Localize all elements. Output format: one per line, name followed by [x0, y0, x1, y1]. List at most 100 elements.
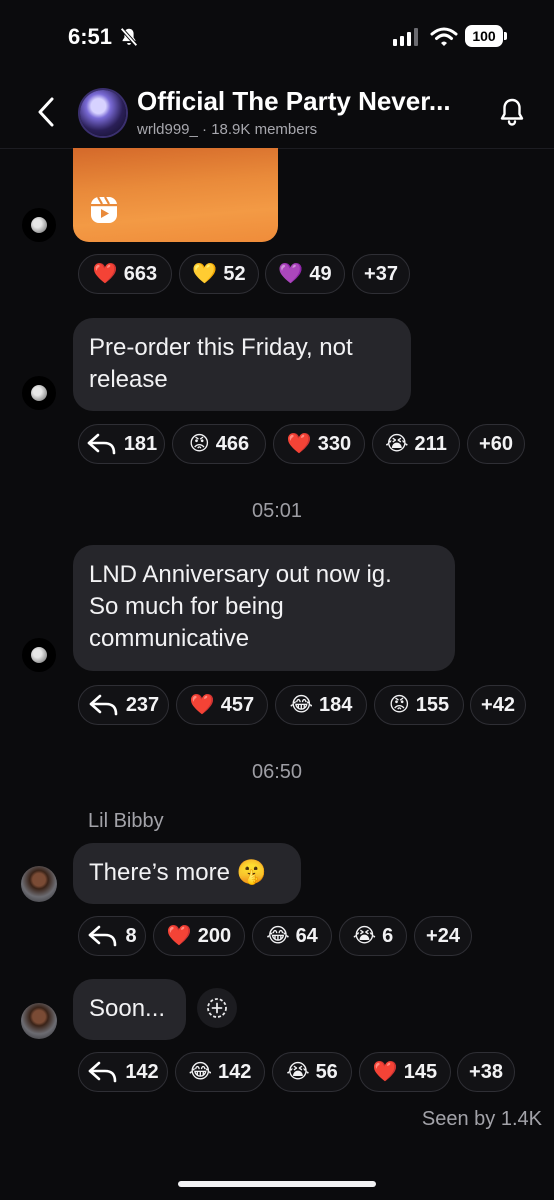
message-text-line: release	[89, 366, 168, 393]
reaction-count: 145	[403, 1060, 438, 1083]
crying-emoji: 😭	[286, 1061, 310, 1083]
group-subtitle: wrld999_ · 18.9K members	[137, 121, 318, 138]
reply-icon	[89, 694, 118, 716]
message-text: There’s more 🤫	[89, 859, 267, 886]
reaction-count: +24	[426, 924, 460, 947]
sender-avatar[interactable]	[21, 1003, 57, 1039]
reaction-count: +38	[469, 1060, 503, 1083]
cellular-signal-icon	[393, 28, 418, 46]
reaction-chip[interactable]: ❤️ 663	[78, 254, 172, 294]
reaction-count: +42	[481, 693, 515, 716]
reaction-chip[interactable]: ❤️ 145	[359, 1052, 451, 1092]
reply-count: 8	[125, 924, 137, 947]
sender-avatar[interactable]	[21, 866, 57, 902]
reply-chip[interactable]: 8	[78, 916, 146, 956]
reaction-count: 457	[220, 693, 255, 716]
reaction-count: 64	[295, 924, 318, 947]
reaction-chip[interactable]: 😭 6	[339, 916, 407, 956]
message-text-line: communicative	[89, 625, 250, 652]
sender-avatar[interactable]	[22, 376, 56, 410]
seen-by-label[interactable]: Seen by 1.4K	[0, 1108, 542, 1131]
laughing-emoji: 😂	[188, 1061, 212, 1083]
reply-icon	[89, 925, 117, 947]
wifi-icon	[430, 27, 458, 46]
reply-count: 237	[125, 693, 160, 716]
reaction-count: 330	[317, 432, 352, 455]
reply-icon	[89, 1061, 117, 1083]
battery-tip	[504, 32, 507, 40]
timestamp-separator: 06:50	[251, 761, 303, 783]
add-reaction-icon	[207, 998, 227, 1018]
message-text-line: LND Anniversary out now ig.	[89, 561, 392, 588]
message-bubble[interactable]: Pre-order this Friday, not release	[73, 318, 411, 411]
reaction-chip[interactable]: 😂 64	[252, 916, 332, 956]
home-indicator[interactable]	[178, 1181, 376, 1187]
reaction-count: +37	[364, 262, 398, 285]
crying-emoji: 😭	[385, 433, 409, 455]
reaction-count: 49	[309, 262, 332, 285]
message-bubble[interactable]: LND Anniversary out now ig. So much for …	[73, 545, 455, 671]
reply-chip[interactable]: 181	[78, 424, 165, 464]
more-reactions-chip[interactable]: +24	[414, 916, 472, 956]
yellow-heart-emoji: 💛	[192, 263, 218, 285]
reaction-chip[interactable]: 😡 155	[374, 685, 464, 725]
reaction-count: 200	[197, 924, 232, 947]
message-text: Soon...	[89, 995, 166, 1022]
bell-icon[interactable]	[498, 96, 526, 128]
reaction-count: 6	[382, 924, 394, 947]
reaction-count: 184	[319, 693, 353, 716]
reels-icon	[91, 196, 117, 223]
reaction-chip[interactable]: ❤️ 457	[176, 685, 268, 725]
reply-chip[interactable]: 142	[78, 1052, 168, 1092]
more-reactions-chip[interactable]: +60	[467, 424, 525, 464]
reaction-chip[interactable]: 😭 56	[272, 1052, 352, 1092]
bell-slash-icon	[120, 27, 138, 47]
battery-indicator: 100	[465, 25, 503, 47]
reaction-count: 56	[315, 1060, 338, 1083]
timestamp-separator: 05:01	[251, 500, 303, 522]
message-text-line: So much for being	[89, 593, 284, 620]
reaction-chip[interactable]: 💛 52	[179, 254, 259, 294]
message-bubble[interactable]: There’s more 🤫	[73, 843, 301, 904]
laughing-emoji: 😂	[266, 925, 290, 947]
reaction-chip[interactable]: 😂 142	[175, 1052, 265, 1092]
reaction-chip[interactable]: ❤️ 200	[153, 916, 245, 956]
reply-chip[interactable]: 237	[78, 685, 169, 725]
sender-name[interactable]: Lil Bibby	[88, 810, 164, 833]
sender-avatar[interactable]	[22, 638, 56, 672]
group-title[interactable]: Official The Party Never...	[137, 86, 451, 117]
reply-icon	[87, 433, 116, 455]
reaction-count: 211	[414, 432, 447, 455]
more-reactions-chip[interactable]: +42	[470, 685, 526, 725]
heart-emoji: ❤️	[166, 925, 192, 947]
reaction-count: 466	[215, 432, 250, 455]
reaction-count: 142	[218, 1060, 252, 1083]
heart-emoji: ❤️	[372, 1061, 398, 1083]
chevron-left-icon[interactable]	[34, 96, 58, 128]
reaction-chip[interactable]: 😂 184	[275, 685, 367, 725]
message-text-line: Pre-order this Friday, not	[89, 334, 353, 361]
reply-count: 142	[125, 1060, 159, 1083]
heart-emoji: ❤️	[189, 694, 215, 716]
reaction-count: 52	[223, 262, 246, 285]
reaction-chip[interactable]: 😭 211	[372, 424, 460, 464]
heart-emoji: ❤️	[286, 433, 312, 455]
heart-emoji: ❤️	[92, 263, 118, 285]
message-bubble[interactable]: Soon...	[73, 979, 186, 1040]
reaction-chip[interactable]: ❤️ 330	[273, 424, 365, 464]
reaction-chip[interactable]: 💜 49	[265, 254, 345, 294]
group-avatar[interactable]	[80, 90, 126, 136]
add-reaction-button[interactable]	[197, 988, 237, 1028]
purple-heart-emoji: 💜	[278, 263, 304, 285]
reaction-count: 155	[415, 693, 450, 716]
angry-emoji: 😡	[188, 433, 210, 455]
reaction-chip[interactable]: 😡 466	[172, 424, 266, 464]
sender-avatar[interactable]	[22, 208, 56, 242]
reply-count: 181	[123, 432, 158, 455]
more-reactions-chip[interactable]: +38	[457, 1052, 515, 1092]
angry-emoji: 😡	[388, 694, 410, 716]
more-reactions-chip[interactable]: +37	[352, 254, 410, 294]
reaction-count: 663	[123, 262, 158, 285]
status-time: 6:51	[68, 24, 113, 49]
laughing-emoji: 😂	[289, 694, 313, 716]
